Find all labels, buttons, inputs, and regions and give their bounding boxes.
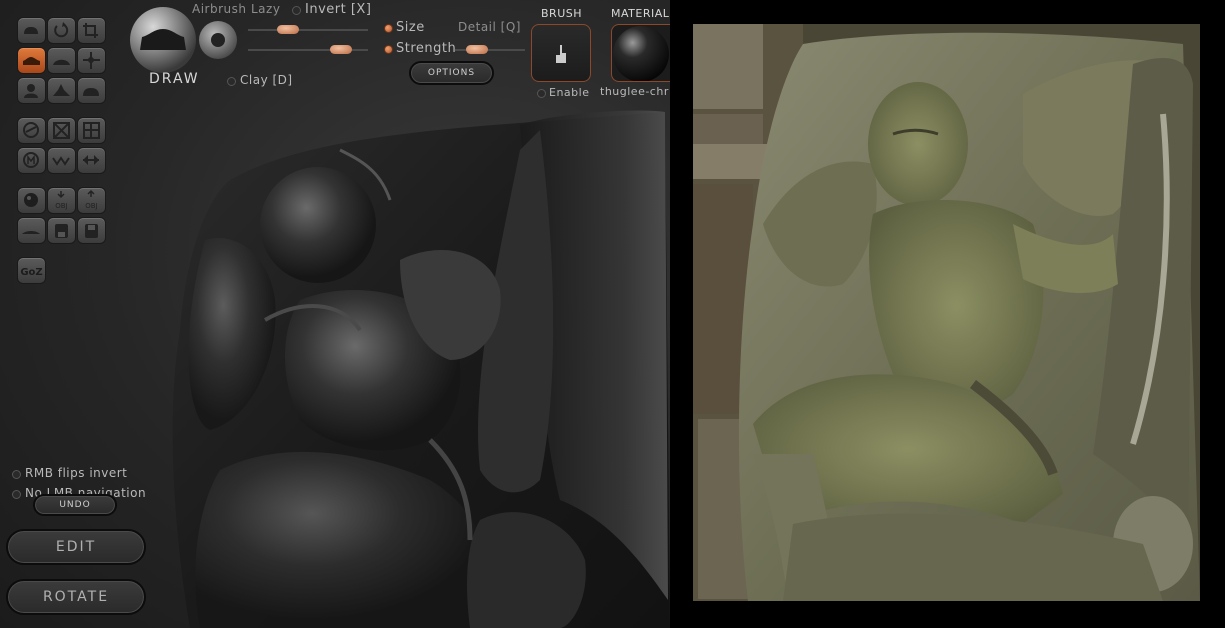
symmetry-icon xyxy=(23,122,39,138)
detail-label[interactable]: Detail [Q] xyxy=(458,20,521,34)
tool-button-plane[interactable] xyxy=(17,217,46,244)
alpha-preview-circle[interactable] xyxy=(198,20,238,60)
tool-button-sculpt[interactable] xyxy=(17,17,46,44)
tool-button-smooth[interactable] xyxy=(47,47,76,74)
tool-button-pinch[interactable] xyxy=(47,77,76,104)
undo-button[interactable]: UNDO xyxy=(33,494,117,516)
rmb-flips-label[interactable]: RMB flips invert xyxy=(25,466,127,480)
material-panel-label: MATERIAL xyxy=(611,7,670,20)
smooth-brush-icon xyxy=(53,59,70,65)
tool-button-export-obj[interactable]: OBJ xyxy=(77,187,106,214)
tool-button-inflate[interactable] xyxy=(17,77,46,104)
brush-hand-icon xyxy=(556,45,566,63)
tool-button-mask-clear[interactable] xyxy=(47,117,76,144)
airbrush-slider-knob[interactable] xyxy=(330,45,352,54)
save-icon xyxy=(55,224,68,238)
tool-button-symmetry[interactable] xyxy=(17,117,46,144)
sculpt-icon xyxy=(24,27,38,34)
move-icon xyxy=(83,52,100,69)
tool-button-move[interactable] xyxy=(77,47,106,74)
size-radio[interactable] xyxy=(384,24,393,33)
invert-radio[interactable] xyxy=(292,6,301,15)
tool-button-flatten[interactable] xyxy=(77,77,106,104)
options-button[interactable]: OPTIONS xyxy=(409,61,494,85)
material-sphere-icon xyxy=(613,26,669,81)
enable-radio[interactable] xyxy=(537,89,546,98)
lazy-label[interactable]: Lazy xyxy=(251,2,280,16)
goz-icon: GoZ xyxy=(20,267,42,278)
inflate-icon xyxy=(24,84,38,98)
grid-icon xyxy=(83,122,100,139)
rotate-arrow-icon xyxy=(54,22,69,38)
export-obj-icon: OBJ xyxy=(85,189,98,210)
rmb-flips-radio[interactable] xyxy=(12,470,21,479)
mode-label: DRAW xyxy=(149,71,200,87)
sphere-icon xyxy=(24,193,38,207)
rotate-button[interactable]: ROTATE xyxy=(6,579,146,615)
lazy-slider-track[interactable] xyxy=(248,29,368,31)
tool-button-material-ball[interactable] xyxy=(17,187,46,214)
tool-button-grid[interactable] xyxy=(77,117,106,144)
strength-label[interactable]: Strength xyxy=(396,41,456,56)
material-preview-box[interactable] xyxy=(611,24,670,82)
load-icon xyxy=(85,224,98,238)
strength-radio[interactable] xyxy=(384,45,393,54)
mirror-icon xyxy=(23,152,39,168)
crop-icon xyxy=(83,23,98,38)
material-name: thuglee-chr xyxy=(600,85,669,98)
draw-brush-icon xyxy=(23,57,40,65)
plane-icon xyxy=(22,231,40,234)
obj-text: OBJ xyxy=(85,202,97,210)
tool-button-wave[interactable] xyxy=(47,147,76,174)
sculpt-app: OBJ OBJ GoZ DRAW Airbrush Lazy Invert [X… xyxy=(0,0,670,628)
alpha-dot-icon xyxy=(211,33,225,47)
goz-button[interactable]: GoZ xyxy=(17,257,46,284)
flatten-icon xyxy=(83,88,99,96)
pinch-icon xyxy=(53,84,70,96)
goz-text: GoZ xyxy=(20,267,42,278)
airbrush-label[interactable]: Airbrush xyxy=(192,2,247,16)
wave-icon xyxy=(52,156,70,166)
import-obj-icon: OBJ xyxy=(55,191,68,210)
brush-preview-box[interactable] xyxy=(531,24,591,82)
tool-button-import-obj[interactable]: OBJ xyxy=(47,187,76,214)
tool-button-load[interactable] xyxy=(77,217,106,244)
sculpted-mesh xyxy=(172,110,670,628)
size-label[interactable]: Size xyxy=(396,20,425,35)
draw-mode-sphere[interactable] xyxy=(128,5,198,75)
brush-panel-label: BRUSH xyxy=(541,7,582,20)
clay-radio[interactable] xyxy=(227,77,236,86)
enable-label[interactable]: Enable xyxy=(549,86,589,99)
no-lmb-radio[interactable] xyxy=(12,490,21,499)
tool-button-flip[interactable] xyxy=(77,147,106,174)
detail-slider-knob[interactable] xyxy=(466,45,488,54)
mask-clear-icon xyxy=(53,122,70,139)
tool-button-draw[interactable] xyxy=(17,47,46,74)
invert-label[interactable]: Invert [X] xyxy=(305,2,371,17)
obj-text: OBJ xyxy=(55,202,67,210)
edit-button[interactable]: EDIT xyxy=(6,529,146,565)
tool-button-crop[interactable] xyxy=(77,17,106,44)
tool-button-undo-history[interactable] xyxy=(47,17,76,44)
lazy-slider-knob[interactable] xyxy=(277,25,299,34)
tool-button-mirror[interactable] xyxy=(17,147,46,174)
carved-angel-relief xyxy=(738,32,1200,601)
flip-arrows-icon xyxy=(83,155,99,165)
tool-button-save[interactable] xyxy=(47,217,76,244)
reference-photo xyxy=(693,24,1200,601)
clay-label[interactable]: Clay [D] xyxy=(240,73,293,87)
